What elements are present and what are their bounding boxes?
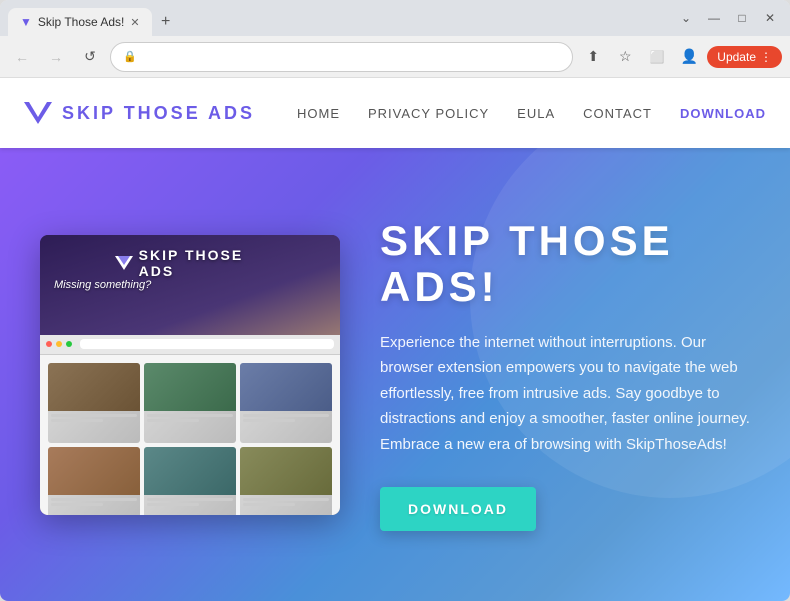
chevron-down-icon: ⌄: [681, 11, 691, 25]
hero-image-mock: [40, 335, 340, 515]
nav-privacy[interactable]: Privacy Policy: [368, 106, 489, 121]
minimize-button[interactable]: —: [702, 6, 726, 30]
nav-contact[interactable]: Contact: [583, 106, 652, 121]
mock-card: [48, 447, 140, 515]
profile-icon: 👤: [681, 48, 698, 65]
share-icon: ⬆: [587, 48, 599, 65]
hero-description: Experience the internet without interrup…: [380, 330, 750, 458]
hero-image: SKIP THOSE ADS Missing something?: [40, 235, 340, 515]
site-header: SKIP THOSE ADS Home Privacy Policy EULA …: [0, 78, 790, 148]
nav-actions: ⬆ ☆ ⬜ 👤 Update ⋮: [579, 43, 782, 71]
nav-eula[interactable]: EULA: [517, 106, 555, 121]
refresh-icon: ↺: [84, 48, 96, 65]
hero-title: SKIP THOSE ADS!: [380, 218, 750, 310]
mock-card: [144, 447, 236, 515]
refresh-button[interactable]: ↺: [76, 43, 104, 71]
extensions-icon: ⬜: [650, 50, 665, 64]
title-bar: ▼ Skip Those Ads! ✕ + ⌄ — □ ✕: [0, 0, 790, 36]
mock-card: [144, 363, 236, 443]
tab-bar: ▼ Skip Those Ads! ✕ +: [8, 0, 670, 36]
active-tab[interactable]: ▼ Skip Those Ads! ✕: [8, 8, 152, 36]
nav-home[interactable]: Home: [297, 106, 340, 121]
back-button[interactable]: ←: [8, 43, 36, 71]
maximize-button[interactable]: □: [730, 6, 754, 30]
extensions-button[interactable]: ⬜: [643, 43, 671, 71]
website: SKIP THOSE ADS Home Privacy Policy EULA …: [0, 78, 790, 601]
update-button[interactable]: Update ⋮: [707, 46, 782, 68]
nav-download[interactable]: DOWNLOAD: [680, 106, 766, 121]
forward-button[interactable]: →: [42, 43, 70, 71]
bookmark-button[interactable]: ☆: [611, 43, 639, 71]
tab-favicon: ▼: [20, 15, 32, 29]
close-button[interactable]: ✕: [758, 6, 782, 30]
hero-download-button[interactable]: DOWNLOAD: [380, 487, 536, 531]
forward-icon: →: [49, 49, 63, 65]
address-bar[interactable]: 🔒: [110, 42, 573, 72]
update-label: Update: [717, 50, 756, 64]
new-tab-button[interactable]: +: [152, 8, 180, 36]
back-icon: ←: [15, 49, 29, 65]
mock-news-grid: [40, 355, 340, 515]
hero-image-header: SKIP THOSE ADS: [115, 247, 265, 279]
star-icon: ☆: [619, 48, 632, 65]
logo-text: SKIP THOSE ADS: [62, 103, 255, 124]
window-controls: ⌄ — □ ✕: [674, 6, 782, 30]
mock-card: [240, 447, 332, 515]
chevron-down-button[interactable]: ⌄: [674, 6, 698, 30]
site-logo: SKIP THOSE ADS: [24, 102, 255, 124]
minimize-icon: —: [708, 11, 720, 25]
hero-section: SKIP THOSE ADS Missing something?: [0, 148, 790, 601]
mock-card: [240, 363, 332, 443]
lock-icon: 🔒: [123, 50, 137, 63]
maximize-icon: □: [738, 11, 745, 25]
close-icon: ✕: [765, 11, 775, 25]
browser-window: ▼ Skip Those Ads! ✕ + ⌄ — □ ✕ ←: [0, 0, 790, 601]
new-tab-icon: +: [161, 13, 170, 31]
navigation-bar: ← → ↺ 🔒 ⬆ ☆ ⬜ 👤 Update: [0, 36, 790, 78]
hero-image-subtitle: Missing something?: [54, 279, 151, 291]
tab-title: Skip Those Ads!: [38, 15, 125, 29]
profile-button[interactable]: 👤: [675, 43, 703, 71]
site-navigation: Home Privacy Policy EULA Contact DOWNLOA…: [297, 106, 766, 121]
hero-image-title: SKIP THOSE ADS: [139, 247, 265, 279]
update-more-icon: ⋮: [760, 50, 772, 64]
share-button[interactable]: ⬆: [579, 43, 607, 71]
mock-card: [48, 363, 140, 443]
tab-close-button[interactable]: ✕: [130, 16, 139, 29]
hero-content: SKIP THOSE ADS! Experience the internet …: [380, 218, 750, 532]
